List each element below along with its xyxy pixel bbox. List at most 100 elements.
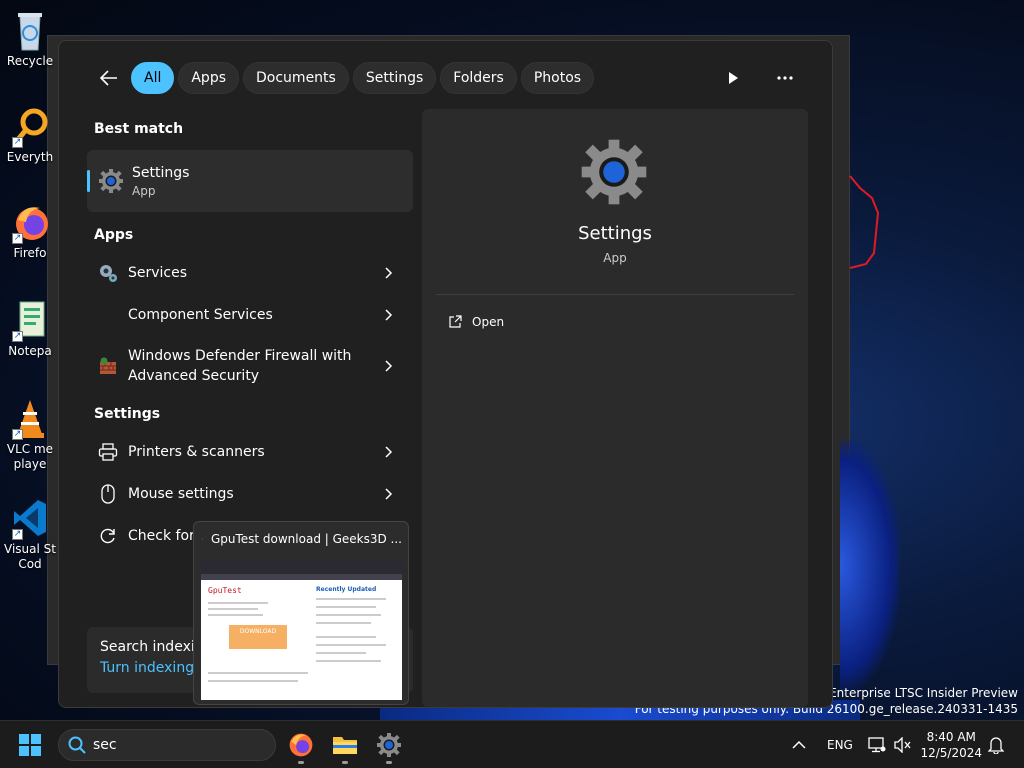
settings-heading: Settings bbox=[94, 406, 161, 422]
best-match-type: App bbox=[132, 183, 156, 198]
desktop-icon-vscode[interactable]: ↗ Visual St Cod bbox=[0, 496, 60, 572]
thumb-line bbox=[316, 614, 381, 616]
vlc-icon: ↗ bbox=[10, 396, 50, 440]
taskbar-file-explorer[interactable] bbox=[325, 725, 365, 765]
filter-documents[interactable]: Documents bbox=[243, 62, 349, 94]
thumb-heading: GpuTest bbox=[208, 586, 242, 595]
thumb-line bbox=[316, 622, 371, 624]
best-match-heading: Best match bbox=[94, 121, 184, 137]
desktop-icon-firefox[interactable]: ↗ Firefo bbox=[0, 200, 60, 261]
app-item-services[interactable]: Services bbox=[87, 252, 413, 294]
desktop-icon-recycle-bin[interactable]: Recycle bbox=[0, 8, 60, 69]
show-hidden-icons-button[interactable] bbox=[792, 721, 806, 768]
start-button[interactable] bbox=[18, 733, 42, 761]
running-indicator bbox=[298, 761, 304, 764]
desktop-icon-label-2: playe bbox=[13, 457, 47, 471]
setting-item-printers[interactable]: Printers & scanners bbox=[87, 431, 413, 473]
desktop-icon-label: Everyth bbox=[6, 150, 54, 164]
notifications-button[interactable] bbox=[988, 721, 1004, 768]
filter-photos[interactable]: Photos bbox=[520, 62, 595, 94]
thumb-line bbox=[208, 680, 298, 682]
chevron-right-icon bbox=[385, 488, 393, 500]
desktop-icon-label: Firefo bbox=[13, 246, 47, 260]
setting-item-mouse[interactable]: Mouse settings bbox=[87, 473, 413, 515]
volume-icon-button[interactable] bbox=[894, 721, 912, 768]
network-icon-button[interactable] bbox=[868, 721, 886, 768]
settings-gear-icon bbox=[377, 733, 401, 757]
filter-settings[interactable]: Settings bbox=[352, 62, 437, 94]
setting-item-label: Printers & scanners bbox=[128, 444, 265, 460]
settings-gear-icon bbox=[581, 139, 647, 205]
detail-app-name: Settings bbox=[578, 223, 652, 244]
thumb-line bbox=[208, 672, 308, 674]
chevron-up-icon bbox=[792, 740, 806, 749]
search-panel: All Apps Documents Settings Folders Phot… bbox=[58, 40, 833, 708]
app-item-label-line2: Advanced Security bbox=[128, 368, 260, 384]
firefox-icon bbox=[202, 538, 203, 540]
bell-icon bbox=[988, 737, 1004, 754]
results-list: Best match Settings App Apps Services Co… bbox=[87, 111, 413, 557]
recycle-bin-icon bbox=[10, 8, 50, 52]
desktop-icon-notepad[interactable]: ↗ Notepa bbox=[0, 298, 60, 359]
detail-divider bbox=[436, 294, 794, 295]
app-item-label: Windows Defender Firewall with Advanced … bbox=[128, 346, 351, 386]
ellipsis-icon bbox=[777, 76, 793, 80]
desktop-icon-label: VLC me bbox=[6, 442, 54, 456]
open-action-label: Open bbox=[472, 315, 505, 329]
desktop-icon-vlc[interactable]: ↗ VLC me playe bbox=[0, 396, 60, 472]
preview-thumbnail: GpuTest Recently Updated DOWNLOAD bbox=[201, 560, 402, 700]
watermark-edition: IoT Enterprise LTSC Insider Preview bbox=[807, 686, 1018, 700]
back-button[interactable] bbox=[93, 62, 125, 94]
filter-actions bbox=[716, 61, 802, 95]
thumb-tabbar bbox=[201, 560, 402, 574]
desktop-icon-label-2: Cod bbox=[18, 557, 42, 571]
thumb-line bbox=[316, 636, 376, 638]
red-drawing bbox=[849, 175, 880, 269]
clock-date: 12/5/2024 bbox=[920, 746, 982, 760]
thumb-line bbox=[208, 602, 268, 604]
best-match-name: Settings bbox=[132, 164, 190, 181]
desktop-icon-label: Visual St bbox=[4, 542, 56, 556]
detail-pane: Settings App Open bbox=[422, 109, 808, 707]
filter-folders[interactable]: Folders bbox=[440, 62, 517, 94]
more-options-button[interactable] bbox=[768, 61, 802, 95]
app-item-defender-firewall[interactable]: Windows Defender Firewall with Advanced … bbox=[87, 336, 413, 396]
app-item-label: Component Services bbox=[128, 307, 273, 323]
printer-icon bbox=[97, 441, 119, 463]
detail-app-type: App bbox=[603, 251, 627, 265]
everything-search-icon: ↗ bbox=[10, 104, 50, 148]
search-input[interactable] bbox=[93, 737, 253, 753]
best-match-settings[interactable]: Settings App bbox=[87, 150, 413, 212]
thumb-line bbox=[316, 598, 386, 600]
thumb-line bbox=[316, 652, 366, 654]
play-icon bbox=[729, 72, 738, 84]
taskbar: ENG 8:40 AM 12/5/2024 bbox=[0, 720, 1024, 768]
chevron-right-icon bbox=[385, 309, 393, 321]
app-item-label-line1: Windows Defender Firewall with bbox=[128, 348, 352, 364]
taskbar-search-box[interactable] bbox=[58, 729, 276, 761]
filter-bar: All Apps Documents Settings Folders Phot… bbox=[93, 61, 812, 95]
filter-apps[interactable]: Apps bbox=[178, 62, 240, 94]
network-monitor-icon bbox=[868, 737, 886, 753]
settings-gear-icon bbox=[99, 169, 123, 193]
more-filters-button[interactable] bbox=[716, 61, 750, 95]
component-services-icon bbox=[97, 304, 119, 326]
app-item-label: Services bbox=[128, 265, 188, 281]
firefox-taskbar-preview[interactable]: GpuTest download | Geeks3D ... GpuTest R… bbox=[193, 521, 409, 705]
taskbar-firefox[interactable] bbox=[281, 725, 321, 765]
arrow-left-icon bbox=[100, 70, 117, 86]
desktop-icon-everything[interactable]: ↗ Everyth bbox=[0, 104, 60, 165]
filter-all[interactable]: All bbox=[131, 62, 175, 94]
notepad-icon: ↗ bbox=[10, 298, 50, 342]
wallpaper-bloom bbox=[840, 440, 900, 690]
clock[interactable]: 8:40 AM 12/5/2024 bbox=[920, 729, 982, 761]
thumb-line bbox=[208, 608, 258, 610]
thumb-line bbox=[208, 614, 263, 616]
taskbar-settings[interactable] bbox=[369, 725, 409, 765]
language-indicator[interactable]: ENG bbox=[827, 721, 853, 768]
running-indicator bbox=[342, 761, 348, 764]
apps-heading: Apps bbox=[94, 227, 134, 243]
open-action[interactable]: Open bbox=[448, 315, 504, 329]
app-item-component-services[interactable]: Component Services bbox=[87, 294, 413, 336]
setting-item-label: Mouse settings bbox=[128, 486, 234, 502]
